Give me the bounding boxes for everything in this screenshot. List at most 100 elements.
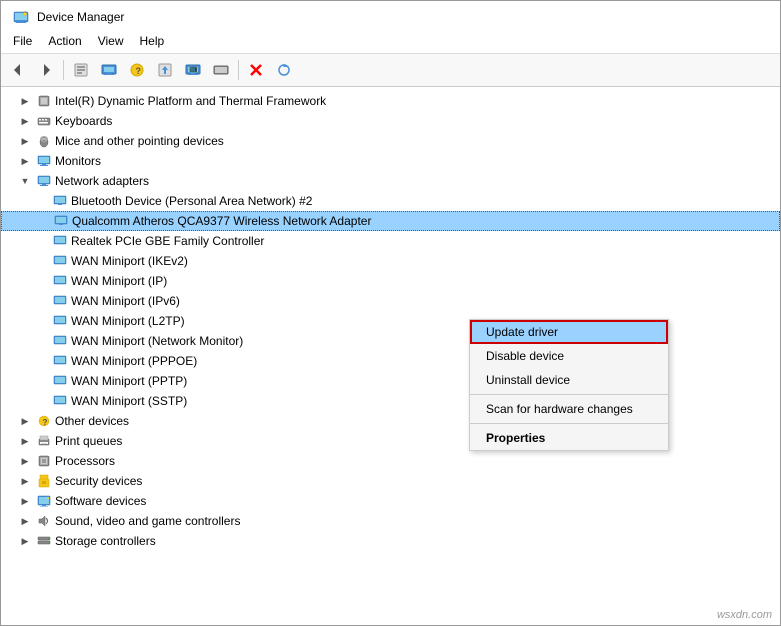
expand-keyboards[interactable]: ▶	[17, 113, 33, 129]
processor-icon	[36, 453, 52, 469]
wan-ikev2-icon	[52, 253, 68, 269]
tree-item-bluetooth[interactable]: ▶ Bluetooth Device (Personal Area Networ…	[1, 191, 780, 211]
tree-item-mice[interactable]: ▶ Mice and other pointing devices	[1, 131, 780, 151]
tree-item-realtek[interactable]: ▶ Realtek PCIe GBE Family Controller	[1, 231, 780, 251]
main-content: ▶ Intel(R) Dynamic Platform and Thermal …	[1, 87, 780, 625]
expand-network[interactable]: ▼	[17, 173, 33, 189]
expand-print[interactable]: ▶	[17, 433, 33, 449]
mice-label: Mice and other pointing devices	[55, 134, 224, 148]
network-folder-icon	[36, 173, 52, 189]
expand-monitors[interactable]: ▶	[17, 153, 33, 169]
security-label: Security devices	[55, 474, 142, 488]
printer-icon	[36, 433, 52, 449]
tree-item-qualcomm[interactable]: ▶ Qualcomm Atheros QCA9377 Wireless Netw…	[1, 211, 780, 231]
qualcomm-icon	[53, 213, 69, 229]
wan-pptp-icon	[52, 373, 68, 389]
context-menu: Update driver Disable device Uninstall d…	[469, 319, 669, 451]
wan-pppoe-label: WAN Miniport (PPPOE)	[71, 354, 197, 368]
network-label: Network adapters	[55, 174, 149, 188]
wan-netmon-label: WAN Miniport (Network Monitor)	[71, 334, 243, 348]
keyboard-icon	[36, 113, 52, 129]
bluetooth-label: Bluetooth Device (Personal Area Network)…	[71, 194, 312, 208]
menu-view[interactable]: View	[90, 31, 132, 51]
tree-item-security[interactable]: ▶ Security devices	[1, 471, 780, 491]
title-bar-icon	[13, 9, 29, 25]
expand-mice[interactable]: ▶	[17, 133, 33, 149]
menu-action[interactable]: Action	[40, 31, 89, 51]
toolbar: ? 📺	[1, 54, 780, 87]
expand-storage[interactable]: ▶	[17, 533, 33, 549]
wan-sstp-icon	[52, 393, 68, 409]
menu-help[interactable]: Help	[132, 31, 173, 51]
context-menu-update-driver[interactable]: Update driver	[470, 320, 668, 344]
tree-item-intel[interactable]: ▶ Intel(R) Dynamic Platform and Thermal …	[1, 91, 780, 111]
toolbar-refresh-btn[interactable]	[271, 57, 297, 83]
expand-security[interactable]: ▶	[17, 473, 33, 489]
expand-other[interactable]: ▶	[17, 413, 33, 429]
watermark: wsxdn.com	[717, 609, 772, 621]
tree-item-software[interactable]: ▶ Software devices	[1, 491, 780, 511]
other-icon: ?	[36, 413, 52, 429]
toolbar-update-driver-btn[interactable]	[152, 57, 178, 83]
tree-item-keyboards[interactable]: ▶ Keyboards	[1, 111, 780, 131]
svg-text:?: ?	[43, 418, 48, 427]
separator-1	[63, 60, 64, 80]
tree-item-storage[interactable]: ▶ Storage controllers	[1, 531, 780, 551]
wan-l2tp-icon	[52, 313, 68, 329]
forward-button[interactable]	[33, 57, 59, 83]
expand-software[interactable]: ▶	[17, 493, 33, 509]
context-menu-disable-device[interactable]: Disable device	[470, 344, 668, 368]
toolbar-red-x-btn[interactable]	[243, 57, 269, 83]
cpu-icon	[36, 93, 52, 109]
back-button[interactable]	[5, 57, 31, 83]
wan-ipv6-icon	[52, 293, 68, 309]
other-label: Other devices	[55, 414, 129, 428]
menu-bar: File Action View Help	[1, 29, 780, 54]
toolbar-uninstall-btn[interactable]: 📺	[180, 57, 206, 83]
network-card-icon	[52, 193, 68, 209]
toolbar-help-btn[interactable]: ?	[124, 57, 150, 83]
wan-pppoe-icon	[52, 353, 68, 369]
wan-pptp-label: WAN Miniport (PPTP)	[71, 374, 187, 388]
separator-2	[238, 60, 239, 80]
wan-l2tp-label: WAN Miniport (L2TP)	[71, 314, 185, 328]
processors-label: Processors	[55, 454, 115, 468]
expand-intel[interactable]: ▶	[17, 93, 33, 109]
security-icon	[36, 473, 52, 489]
toolbar-properties-btn[interactable]	[68, 57, 94, 83]
window-title: Device Manager	[37, 10, 124, 24]
title-bar: Device Manager	[1, 1, 780, 29]
wan-netmon-icon	[52, 333, 68, 349]
realtek-label: Realtek PCIe GBE Family Controller	[71, 234, 264, 248]
sound-icon	[36, 513, 52, 529]
tree-item-monitors[interactable]: ▶ Monitors	[1, 151, 780, 171]
context-menu-properties[interactable]: Properties	[470, 426, 668, 450]
tree-item-wan-ip[interactable]: ▶ WAN Miniport (IP)	[1, 271, 780, 291]
toolbar-scan-btn[interactable]	[96, 57, 122, 83]
tree-item-processors[interactable]: ▶ Processors	[1, 451, 780, 471]
svg-text:?: ?	[136, 66, 142, 76]
svg-text:📺: 📺	[189, 65, 198, 73]
monitors-label: Monitors	[55, 154, 101, 168]
tree-item-sound[interactable]: ▶ Sound, video and game controllers	[1, 511, 780, 531]
tree-item-wan-ikev2[interactable]: ▶ WAN Miniport (IKEv2)	[1, 251, 780, 271]
context-menu-scan-hardware[interactable]: Scan for hardware changes	[470, 397, 668, 421]
wan-ip-icon	[52, 273, 68, 289]
toolbar-disable-btn[interactable]	[208, 57, 234, 83]
expand-sound[interactable]: ▶	[17, 513, 33, 529]
wan-sstp-label: WAN Miniport (SSTP)	[71, 394, 187, 408]
wan-ikev2-label: WAN Miniport (IKEv2)	[71, 254, 188, 268]
expand-processors[interactable]: ▶	[17, 453, 33, 469]
print-label: Print queues	[55, 434, 122, 448]
menu-file[interactable]: File	[5, 31, 40, 51]
realtek-icon	[52, 233, 68, 249]
tree-item-wan-ipv6[interactable]: ▶ WAN Miniport (IPv6)	[1, 291, 780, 311]
tree-item-network[interactable]: ▼ Network adapters	[1, 171, 780, 191]
software-label: Software devices	[55, 494, 146, 508]
context-menu-sep1	[470, 394, 668, 395]
keyboards-label: Keyboards	[55, 114, 112, 128]
qualcomm-label: Qualcomm Atheros QCA9377 Wireless Networ…	[72, 214, 371, 228]
context-menu-sep2	[470, 423, 668, 424]
wan-ipv6-label: WAN Miniport (IPv6)	[71, 294, 180, 308]
context-menu-uninstall-device[interactable]: Uninstall device	[470, 368, 668, 392]
